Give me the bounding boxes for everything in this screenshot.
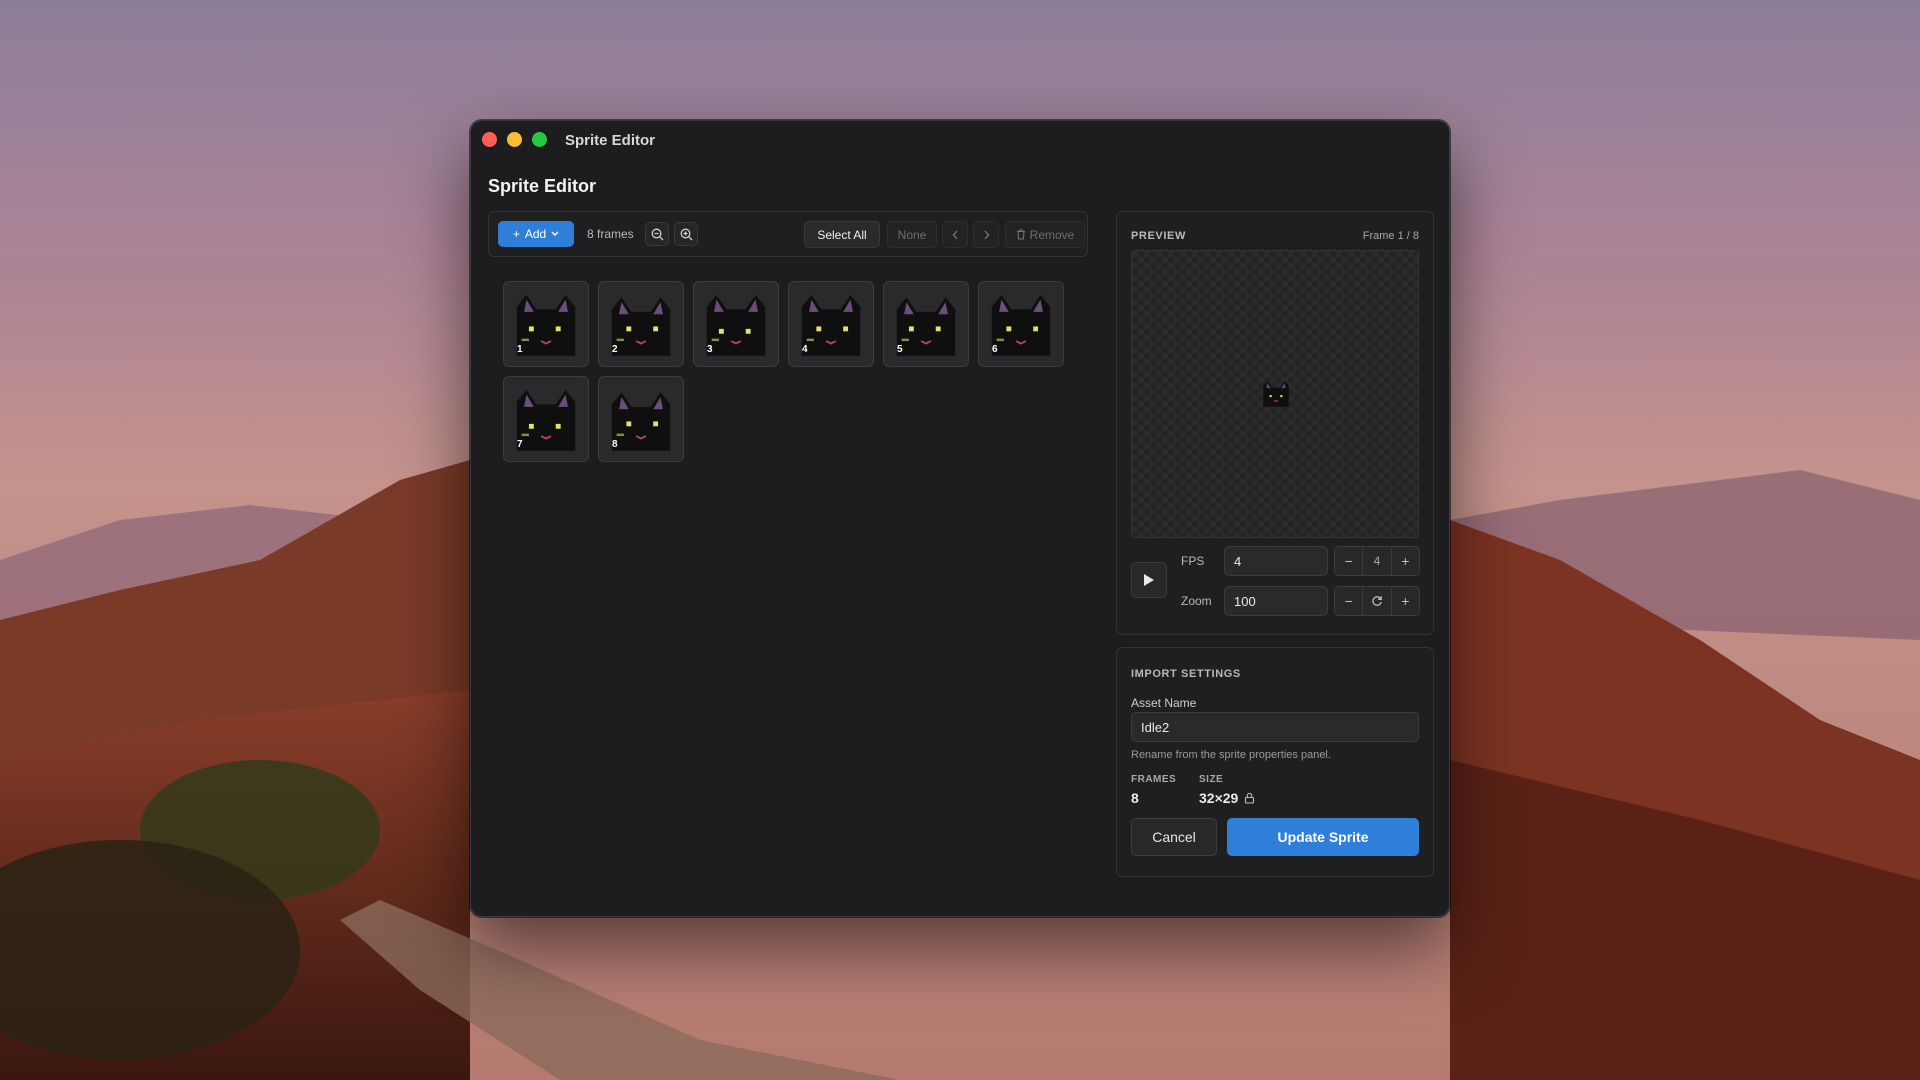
frame-thumbnail[interactable]: 6 bbox=[978, 281, 1064, 367]
window-controls bbox=[482, 132, 547, 147]
frame-thumbnail[interactable]: 2 bbox=[598, 281, 684, 367]
fps-stepper-value: 4 bbox=[1363, 547, 1392, 575]
frame-number: 4 bbox=[802, 344, 808, 355]
add-label: Add bbox=[524, 227, 547, 241]
zoom-input[interactable]: 100 bbox=[1224, 586, 1328, 616]
asset-name-field[interactable]: Idle2 bbox=[1131, 712, 1419, 742]
cancel-button[interactable]: Cancel bbox=[1131, 818, 1217, 856]
frame-number: 5 bbox=[897, 344, 903, 355]
close-window-button[interactable] bbox=[482, 132, 497, 147]
size-stat-label: SIZE bbox=[1199, 774, 1224, 785]
zoom-label: Zoom bbox=[1181, 594, 1212, 608]
frames-toolbar: + Add 8 frames Select All None Remove bbox=[488, 211, 1088, 257]
frame-thumbnail[interactable]: 1 bbox=[503, 281, 589, 367]
frame-thumbnail[interactable]: 4 bbox=[788, 281, 874, 367]
next-frame-button[interactable] bbox=[973, 221, 999, 248]
zoom-out-icon bbox=[651, 228, 663, 240]
sprite-preview bbox=[1263, 381, 1289, 407]
fps-input[interactable]: 4 bbox=[1224, 546, 1328, 576]
select-none-button[interactable]: None bbox=[887, 221, 937, 248]
frame-number: 8 bbox=[612, 439, 618, 450]
frame-number: 1 bbox=[517, 344, 523, 355]
title-bar: Sprite Editor bbox=[471, 121, 1449, 159]
plus-icon: + bbox=[512, 227, 520, 241]
asset-name-hint: Rename from the sprite properties panel. bbox=[1131, 749, 1331, 761]
preview-panel: PREVIEW Frame 1 / 8 FPS 4 − 4 + Zoom 100… bbox=[1116, 211, 1434, 635]
frames-count: 8 frames bbox=[587, 227, 634, 241]
frame-number: 3 bbox=[707, 344, 713, 355]
asset-name-label: Asset Name bbox=[1131, 696, 1197, 710]
size-stat-value: 32×29 bbox=[1199, 790, 1239, 806]
trash-icon bbox=[1016, 229, 1025, 240]
preview-label: PREVIEW bbox=[1131, 230, 1186, 242]
frames-stat-label: FRAMES bbox=[1131, 774, 1177, 785]
zoom-increment-button[interactable]: + bbox=[1392, 587, 1419, 615]
frame-indicator: Frame 1 / 8 bbox=[1362, 230, 1419, 242]
remove-frames-button[interactable]: Remove bbox=[1005, 221, 1085, 248]
minimize-window-button[interactable] bbox=[507, 132, 522, 147]
frame-number: 2 bbox=[612, 344, 618, 355]
size-stat: 32×29 bbox=[1199, 790, 1255, 806]
chevron-down-icon bbox=[551, 231, 559, 236]
zoom-in-icon bbox=[680, 228, 692, 240]
frame-thumbnail[interactable]: 8 bbox=[598, 376, 684, 462]
update-sprite-button[interactable]: Update Sprite bbox=[1227, 818, 1419, 856]
sprite-editor-window: Sprite Editor Sprite Editor + Add 8 fram… bbox=[470, 120, 1450, 917]
zoom-decrement-button[interactable]: − bbox=[1335, 587, 1364, 615]
reset-icon bbox=[1372, 596, 1382, 606]
select-all-button[interactable]: Select All bbox=[804, 221, 880, 248]
previous-frame-button[interactable] bbox=[942, 221, 968, 248]
zoom-in-button[interactable] bbox=[674, 222, 698, 246]
zoom-out-button[interactable] bbox=[645, 222, 669, 246]
lock-icon[interactable] bbox=[1244, 792, 1255, 804]
maximize-window-button[interactable] bbox=[532, 132, 547, 147]
frame-thumbnail[interactable]: 3 bbox=[693, 281, 779, 367]
preview-canvas bbox=[1131, 250, 1419, 538]
play-button[interactable] bbox=[1131, 562, 1167, 598]
frame-thumbnail[interactable]: 7 bbox=[503, 376, 589, 462]
chevron-left-icon bbox=[952, 230, 957, 239]
fps-stepper: − 4 + bbox=[1334, 546, 1420, 576]
fps-label: FPS bbox=[1181, 554, 1205, 568]
play-icon bbox=[1144, 574, 1154, 586]
frames-stat-value: 8 bbox=[1131, 790, 1139, 806]
fps-increment-button[interactable]: + bbox=[1392, 547, 1419, 575]
remove-label: Remove bbox=[1029, 227, 1075, 242]
add-frames-button[interactable]: + Add bbox=[498, 221, 574, 247]
frame-thumbnail[interactable]: 5 bbox=[883, 281, 969, 367]
frame-number: 6 bbox=[992, 344, 998, 355]
fps-decrement-button[interactable]: − bbox=[1335, 547, 1364, 575]
zoom-stepper: − + bbox=[1334, 586, 1420, 616]
import-settings-label: IMPORT SETTINGS bbox=[1131, 668, 1241, 680]
chevron-right-icon bbox=[984, 230, 989, 239]
frame-number: 7 bbox=[517, 439, 523, 450]
page-title: Sprite Editor bbox=[488, 176, 597, 196]
import-settings-panel: IMPORT SETTINGS Asset Name Idle2 Rename … bbox=[1116, 647, 1434, 877]
window-title: Sprite Editor bbox=[565, 132, 656, 149]
zoom-reset-button[interactable] bbox=[1363, 587, 1392, 615]
